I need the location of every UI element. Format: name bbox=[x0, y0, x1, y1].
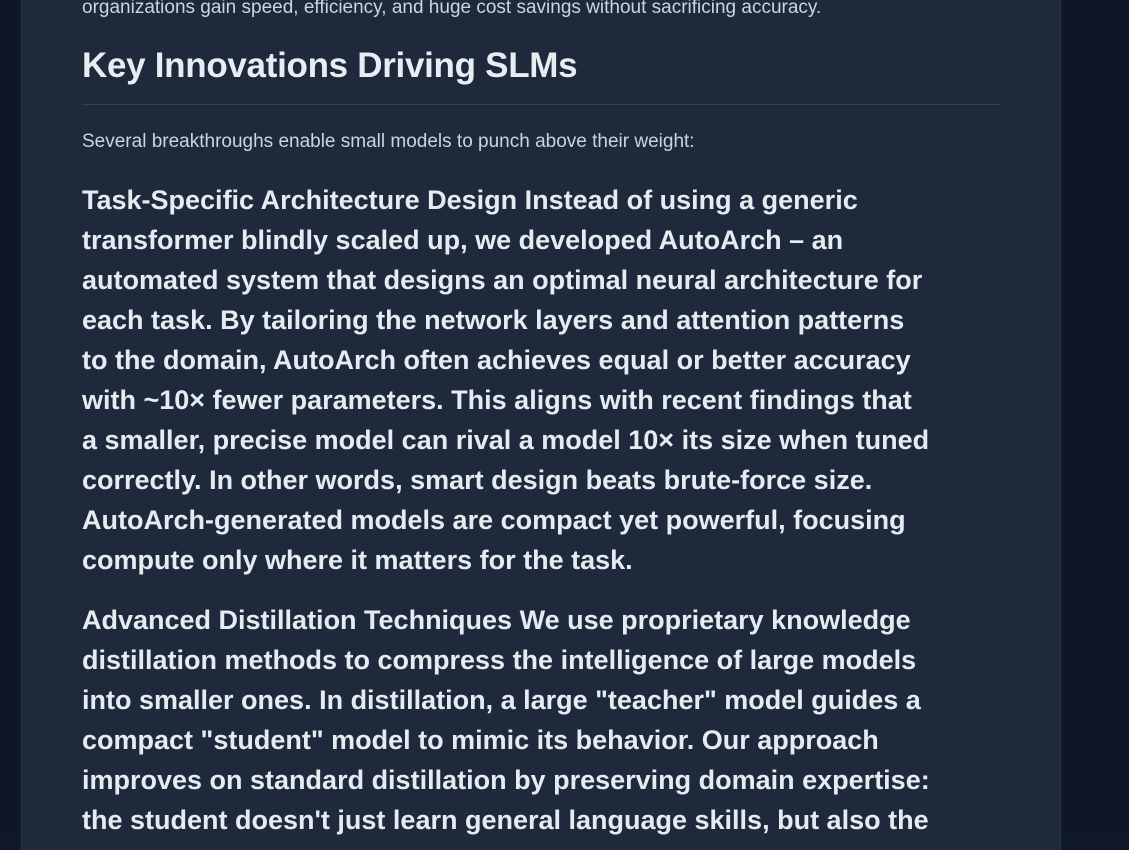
feature-task-specific-architecture: Task-Specific Architecture Design Instea… bbox=[82, 180, 1002, 580]
text-line: each task. By tailoring the network laye… bbox=[82, 305, 905, 335]
text-line: the student doesn't just learn general l… bbox=[82, 805, 929, 835]
text-line: to the domain, AutoArch often achieves e… bbox=[82, 345, 911, 375]
section-heading: Key Innovations Driving SLMs bbox=[82, 46, 578, 85]
text-line: correctly. In other words, smart design … bbox=[82, 465, 873, 495]
article-card: organizations gain speed, efficiency, an… bbox=[21, 0, 1061, 850]
text-line: distillation methods to compress the int… bbox=[82, 645, 917, 675]
previous-paragraph-tail: organizations gain speed, efficiency, an… bbox=[82, 0, 822, 18]
text-line: Advanced Distillation Techniques We use … bbox=[82, 605, 911, 635]
text-line: automated system that designs an optimal… bbox=[82, 265, 923, 295]
text-line: Task-Specific Architecture Design Instea… bbox=[82, 185, 858, 215]
text-line: improves on standard distillation by pre… bbox=[82, 765, 930, 795]
heading-divider bbox=[82, 104, 1000, 105]
text-line: a smaller, precise model can rival a mod… bbox=[82, 425, 930, 455]
feature-advanced-distillation: Advanced Distillation Techniques We use … bbox=[82, 600, 1002, 840]
text-line: transformer blindly scaled up, we develo… bbox=[82, 225, 844, 255]
text-line: AutoArch-generated models are compact ye… bbox=[82, 505, 906, 535]
text-line: compact "student" model to mimic its beh… bbox=[82, 725, 879, 755]
intro-paragraph: Several breakthroughs enable small model… bbox=[82, 131, 695, 152]
text-line: compute only where it matters for the ta… bbox=[82, 545, 633, 575]
text-line: into smaller ones. In distillation, a la… bbox=[82, 685, 921, 715]
text-line: with ~10× fewer parameters. This aligns … bbox=[82, 385, 912, 415]
